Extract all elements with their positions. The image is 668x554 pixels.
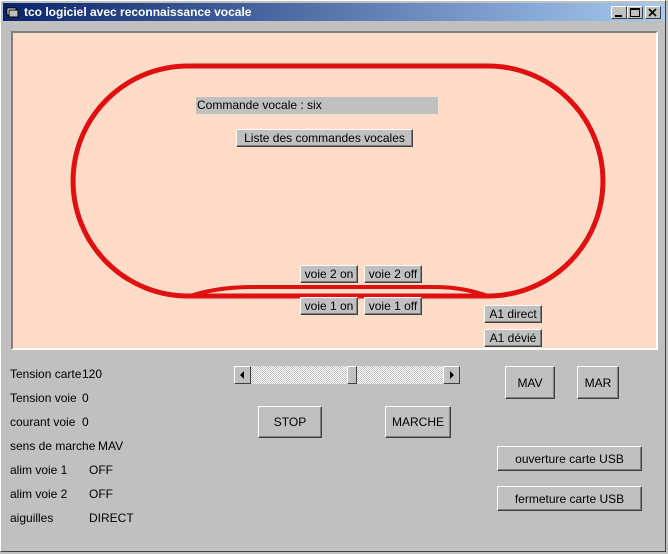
- scroll-right-button[interactable]: [443, 366, 460, 384]
- sens-marche-label: sens de marche: [10, 439, 96, 453]
- tension-carte-label: Tension carte: [10, 367, 82, 381]
- sens-marche-value: MAV: [98, 439, 124, 453]
- voice-command-status: Commande vocale : six: [196, 97, 438, 114]
- window-title: tco logiciel avec reconnaissance vocale: [24, 5, 252, 19]
- maximize-icon: [630, 8, 640, 17]
- fermeture-usb-button[interactable]: fermeture carte USB: [497, 486, 642, 511]
- speed-scrollbar[interactable]: [234, 366, 460, 384]
- maximize-button[interactable]: [627, 6, 643, 19]
- marche-button[interactable]: MARCHE: [385, 406, 451, 438]
- app-icon: [6, 7, 19, 18]
- courant-voie-value: 0: [82, 415, 89, 429]
- main-window: tco logiciel avec reconnaissance vocale …: [0, 0, 666, 552]
- aiguilles-label: aiguilles: [10, 511, 54, 525]
- aiguilles-value: DIRECT: [89, 511, 134, 525]
- minimize-icon: [615, 15, 622, 17]
- mar-button[interactable]: MAR: [577, 366, 619, 399]
- close-button[interactable]: [645, 6, 661, 19]
- title-bar[interactable]: tco logiciel avec reconnaissance vocale: [3, 3, 665, 21]
- minimize-button[interactable]: [611, 6, 627, 19]
- ouverture-usb-button[interactable]: ouverture carte USB: [497, 446, 642, 471]
- voie1-on-button[interactable]: voie 1 on: [300, 297, 358, 315]
- a1-devie-button[interactable]: A1 dévié: [484, 329, 542, 347]
- arrow-right-icon: [450, 371, 454, 379]
- courant-voie-label: courant voie: [10, 415, 76, 429]
- mav-button[interactable]: MAV: [505, 366, 555, 399]
- a1-direct-button[interactable]: A1 direct: [484, 305, 542, 323]
- scroll-thumb[interactable]: [347, 366, 358, 384]
- close-icon: [648, 8, 657, 17]
- alim-voie1-label: alim voie 1: [10, 463, 68, 477]
- voie2-on-button[interactable]: voie 2 on: [300, 265, 358, 283]
- track-panel: Commande vocale : six Liste des commande…: [11, 31, 658, 350]
- voie2-off-button[interactable]: voie 2 off: [364, 265, 422, 283]
- tension-carte-value: 120: [82, 367, 103, 381]
- voice-commands-list-button[interactable]: Liste des commandes vocales: [236, 129, 413, 147]
- voie1-off-button[interactable]: voie 1 off: [364, 297, 422, 315]
- alim-voie2-value: OFF: [89, 487, 113, 501]
- tension-voie-value: 0: [82, 391, 89, 405]
- arrow-left-icon: [240, 371, 244, 379]
- alim-voie1-value: OFF: [89, 463, 113, 477]
- alim-voie2-label: alim voie 2: [10, 487, 68, 501]
- tension-voie-label: Tension voie: [10, 391, 77, 405]
- stop-button[interactable]: STOP: [258, 406, 322, 438]
- scroll-left-button[interactable]: [234, 366, 251, 384]
